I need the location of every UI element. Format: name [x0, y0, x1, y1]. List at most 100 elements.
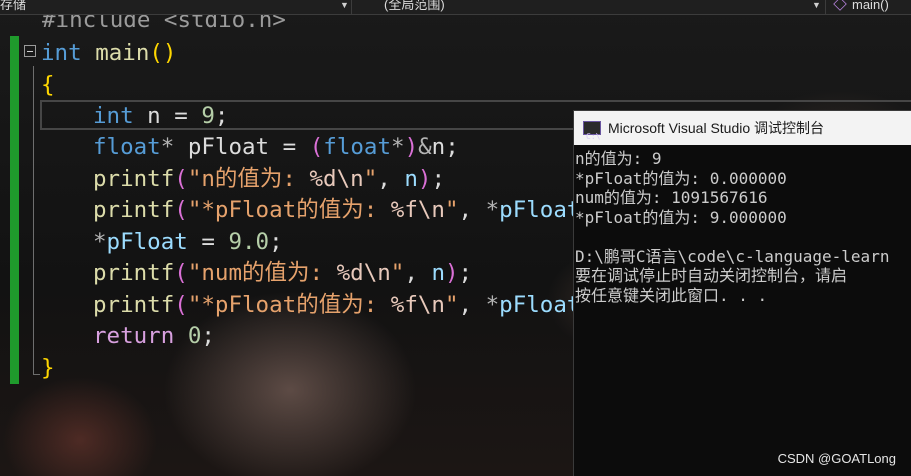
code-token: pFloat =: [174, 134, 310, 160]
console-title-bar[interactable]: C:\ Microsoft Visual Studio 调试控制台: [574, 111, 911, 145]
code-token: *: [93, 229, 107, 255]
code-token: "n的值为:: [187, 166, 310, 192]
code-line[interactable]: return 0;: [93, 320, 215, 352]
code-token: int: [41, 40, 82, 66]
code-token: pFloat: [499, 292, 581, 318]
code-token: *: [485, 197, 500, 223]
function-cube-icon: [833, 0, 847, 11]
code-token: main: [95, 40, 150, 66]
console-output-line: num的值为: 1091567616: [575, 188, 768, 207]
console-title: Microsoft Visual Studio 调试控制台: [608, 120, 825, 136]
code-token: ): [404, 134, 419, 160]
change-indicator-bar: [10, 36, 19, 384]
code-token: ;: [431, 166, 445, 192]
indent-guide-end: [33, 374, 40, 375]
code-token: ,: [458, 197, 486, 223]
code-token: n =: [133, 103, 202, 129]
code-token: return: [93, 323, 175, 349]
code-token: %d\n: [336, 260, 391, 286]
code-token: ;: [201, 323, 215, 349]
code-line[interactable]: *pFloat = 9.0;: [93, 226, 283, 258]
code-token: %f\n: [390, 197, 445, 223]
code-token: float: [93, 134, 161, 160]
code-token: printf: [93, 166, 175, 192]
chevron-down-icon[interactable]: ▼: [812, 0, 821, 10]
code-token: "*pFloat的值为:: [187, 197, 391, 223]
code-token: }: [41, 355, 55, 381]
code-token: (: [309, 134, 324, 160]
code-line[interactable]: int main(): [41, 37, 176, 69]
scope-dropdown-label: (全局范围): [384, 0, 445, 12]
code-token: %f\n: [390, 292, 445, 318]
code-token: ;: [269, 229, 283, 255]
code-token: ,: [377, 166, 405, 192]
navigation-bar: 存储 ▼ (全局范围) ▼ main(): [0, 0, 911, 15]
code-token: (: [174, 260, 188, 286]
code-line[interactable]: printf("n的值为: %d\n", n);: [93, 163, 445, 195]
chevron-down-icon[interactable]: ▼: [340, 0, 349, 10]
collapse-icon[interactable]: [24, 45, 36, 57]
console-output-line: n的值为: 9: [575, 149, 662, 168]
scope-dropdown[interactable]: (全局范围): [360, 0, 826, 14]
project-dropdown[interactable]: 存储: [0, 0, 352, 14]
code-token: (: [174, 197, 188, 223]
code-line[interactable]: printf("num的值为: %d\n", n);: [93, 257, 472, 289]
code-token: int: [93, 103, 134, 129]
code-token: ": [363, 166, 378, 192]
code-token: "*pFloat的值为:: [187, 292, 391, 318]
code-line[interactable]: float* pFloat = (float*)&n;: [93, 131, 459, 163]
debug-console-window[interactable]: C:\ Microsoft Visual Studio 调试控制台 n的值为: 9…: [573, 110, 911, 476]
console-output-line: D:\鹏哥C语言\code\c-language-learn: [575, 246, 890, 266]
code-token: (): [149, 40, 177, 66]
code-token: ): [417, 166, 432, 192]
code-token: printf: [93, 260, 175, 286]
code-token: n: [431, 260, 445, 286]
member-dropdown[interactable]: main(): [830, 0, 911, 14]
console-output[interactable]: n的值为: 9 *pFloat的值为: 0.000000 num的值为: 10915…: [574, 145, 911, 305]
code-token: (: [174, 292, 188, 318]
watermark: CSDN @GOATLong: [777, 451, 896, 466]
code-token: ": [444, 292, 459, 318]
code-token: =: [187, 229, 229, 255]
code-line[interactable]: printf("*pFloat的值为: %f\n", *pFloat): [93, 289, 594, 321]
member-dropdown-label: main(): [852, 0, 889, 12]
code-token: ;: [214, 103, 229, 129]
code-token: *: [160, 134, 175, 160]
code-token: ,: [458, 292, 486, 318]
console-output-line: 按任意键关闭此窗口. . .: [575, 285, 768, 305]
code-token: ;: [458, 260, 473, 286]
code-token: pFloat: [499, 197, 581, 223]
code-token: &: [418, 134, 432, 160]
code-token: *: [391, 134, 405, 160]
code-token: %d\n: [309, 166, 364, 192]
code-token: printf: [93, 197, 175, 223]
code-token: n: [404, 166, 418, 192]
code-token: ": [390, 260, 405, 286]
console-output-line: *pFloat的值为: 9.000000: [575, 207, 787, 227]
console-output-line: *pFloat的值为: 0.000000: [575, 168, 787, 188]
code-token: float: [323, 134, 392, 160]
code-token: (: [174, 166, 188, 192]
code-token: printf: [93, 292, 175, 318]
code-token: ": [444, 197, 459, 223]
code-line[interactable]: {: [41, 69, 55, 101]
code-token: n;: [431, 134, 459, 160]
code-line[interactable]: }: [41, 352, 55, 384]
code-line[interactable]: printf("*pFloat的值为: %f\n", *pFloat): [93, 194, 594, 226]
code-token: ,: [404, 260, 432, 286]
code-token: 9.0: [228, 229, 270, 255]
code-token: ): [444, 260, 459, 286]
console-app-icon: C:\: [583, 121, 601, 141]
console-output-line: 要在调试停止时自动关闭控制台，请启: [575, 266, 848, 285]
code-token: "num的值为:: [187, 260, 337, 286]
code-line[interactable]: int n = 9;: [93, 100, 228, 132]
code-token: pFloat: [106, 229, 188, 255]
project-dropdown-label: 存储: [0, 0, 27, 12]
code-token: 0: [187, 323, 202, 349]
code-token: *: [485, 292, 500, 318]
code-token: {: [41, 72, 55, 98]
indent-guide: [33, 66, 34, 374]
